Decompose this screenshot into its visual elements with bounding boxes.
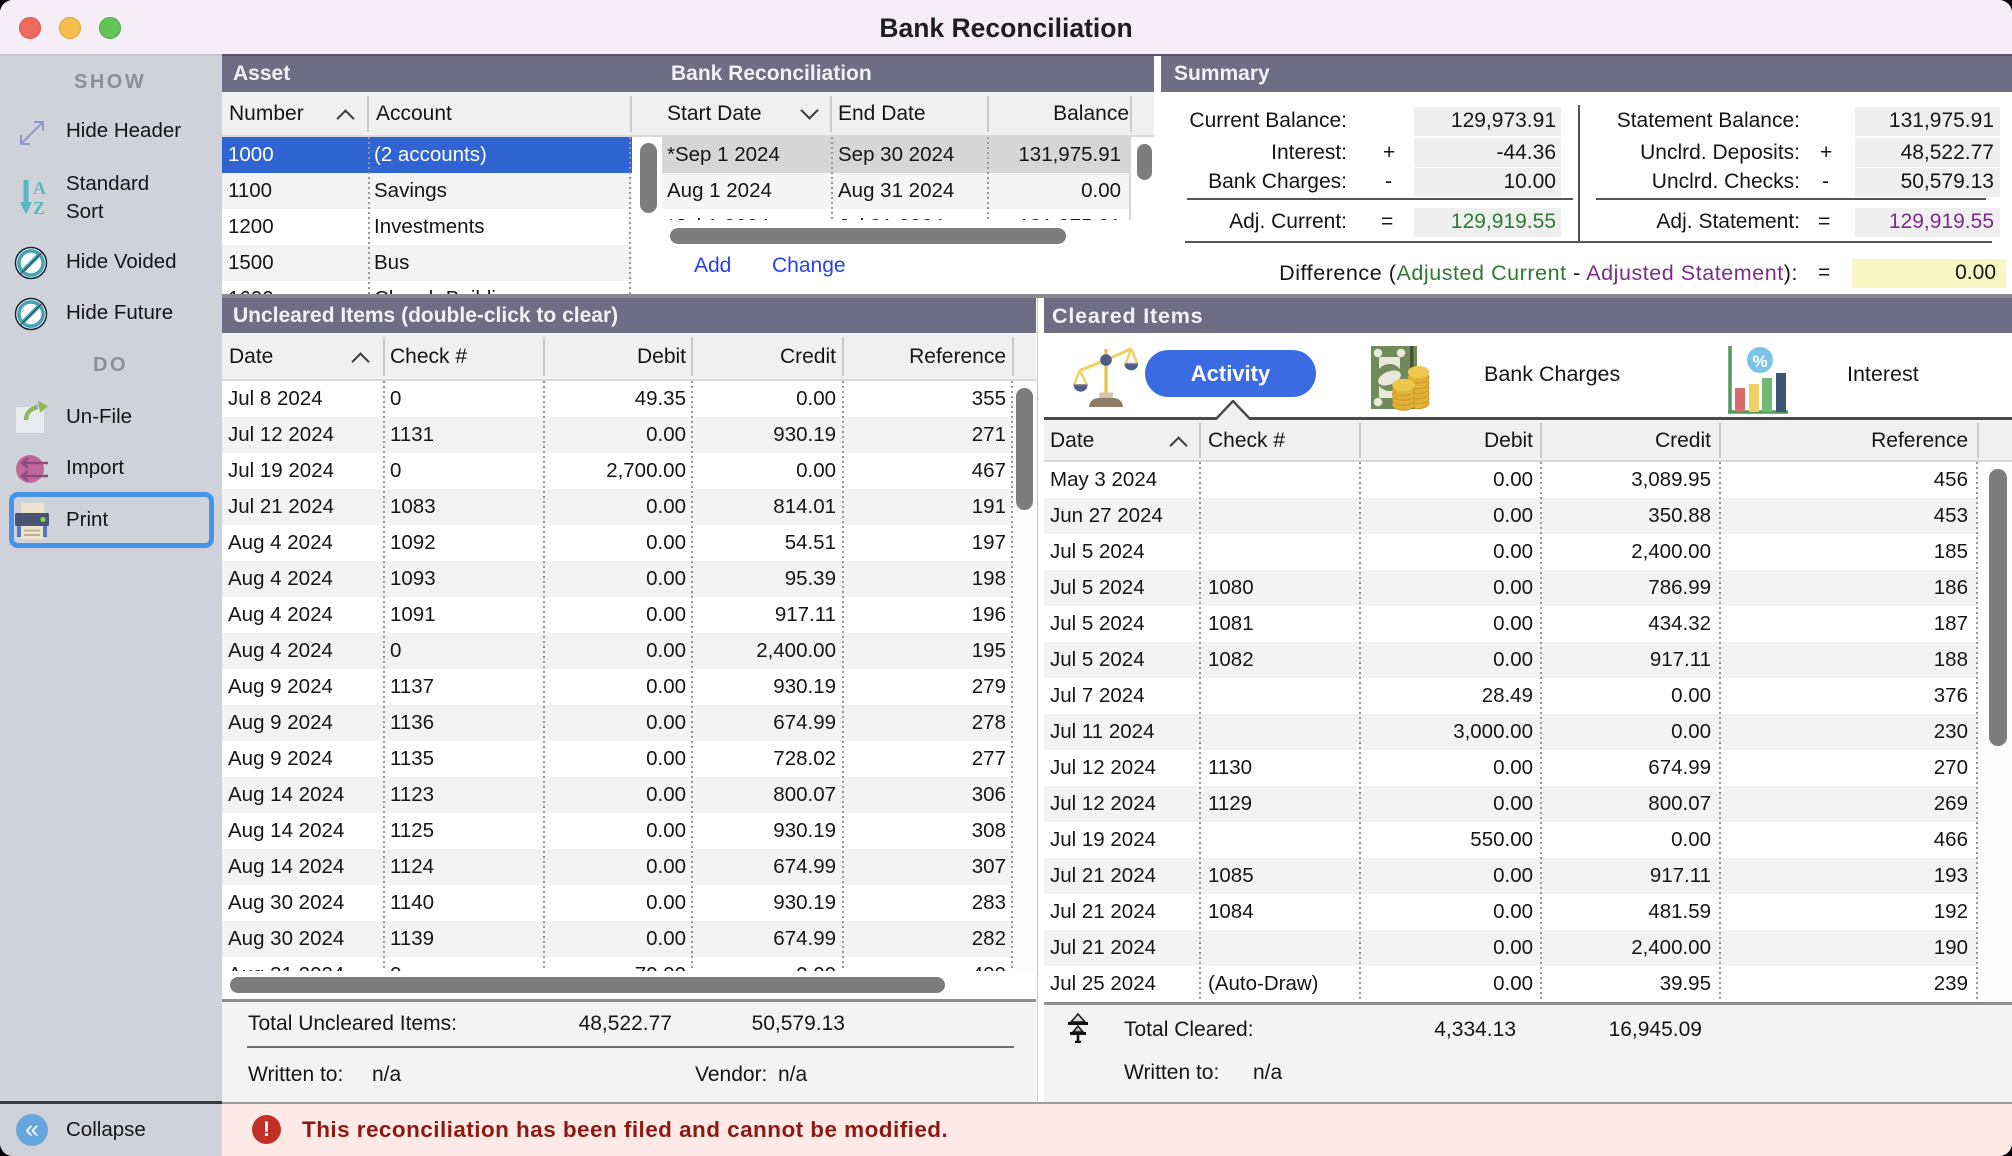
svg-text:Z: Z xyxy=(33,198,45,215)
svg-text:%: % xyxy=(1752,352,1767,371)
svg-text:A: A xyxy=(33,179,46,198)
